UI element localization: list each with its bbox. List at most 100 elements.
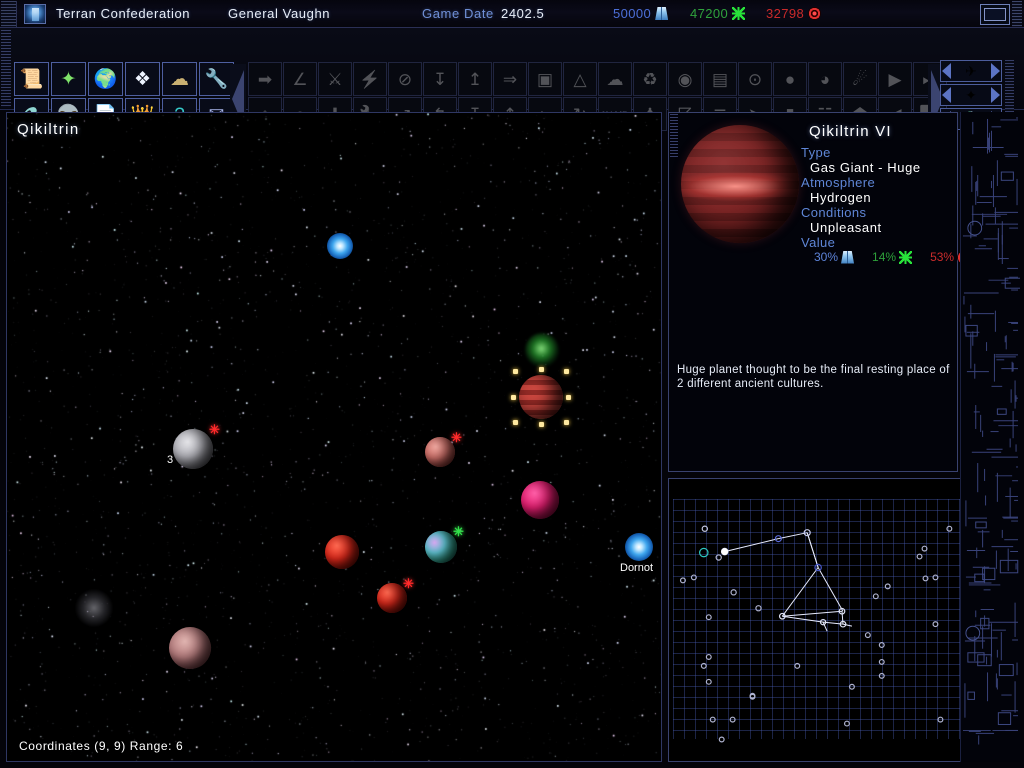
unload-button[interactable]: ↧ bbox=[423, 62, 457, 96]
industry-value: 50000 bbox=[613, 6, 652, 21]
research-icon bbox=[808, 7, 822, 20]
planet-info-panel: Qikiltrin VI Type Gas Giant - Huge Atmos… bbox=[668, 112, 971, 472]
minimap-star-node bbox=[937, 716, 944, 723]
minimap-star-node bbox=[729, 716, 736, 723]
formation-button[interactable]: △ bbox=[563, 62, 597, 96]
restore-window-button[interactable] bbox=[980, 4, 1010, 25]
comet-button[interactable]: ☄ bbox=[843, 62, 877, 96]
game-date-label: Game Date bbox=[422, 6, 494, 21]
minimap-star-node bbox=[872, 593, 879, 600]
prev-fleet-button[interactable] bbox=[942, 87, 951, 103]
blue-star-dornot[interactable] bbox=[625, 533, 653, 561]
survey-icon: ◕ bbox=[819, 69, 831, 89]
gas-cloud-button[interactable]: ☁ bbox=[598, 62, 632, 96]
planets-button[interactable]: 🌍 bbox=[88, 62, 123, 96]
empire-crest-icon bbox=[24, 3, 46, 24]
value-food-text: 14% bbox=[872, 250, 897, 264]
no-entry-icon: ⊘ bbox=[397, 69, 413, 89]
title-bar: Terran Confederation General Vaughn Game… bbox=[0, 0, 1024, 28]
next-ship-button[interactable] bbox=[990, 63, 1000, 79]
load-cargo-icon: ↥ bbox=[467, 69, 483, 89]
minimap-star-node bbox=[794, 662, 801, 669]
blue-star-dornot-label: Dornot bbox=[620, 562, 654, 574]
waypoint-route-icon: ∠ bbox=[292, 69, 308, 89]
circuit-pad bbox=[1000, 171, 1014, 181]
minimap-star-node bbox=[755, 605, 762, 612]
minimap-current-system bbox=[721, 548, 729, 555]
credits-icon bbox=[655, 7, 669, 20]
recycle-button[interactable]: ♻ bbox=[633, 62, 667, 96]
planet-title: Qikiltrin VI bbox=[809, 123, 892, 140]
system-star-map[interactable]: Qikiltrin ✳3✳✳Dornot✳✳2 Coordinates (9, … bbox=[6, 112, 662, 762]
food-icon bbox=[899, 250, 913, 264]
circuit-pad bbox=[965, 324, 978, 337]
prev-ship-button[interactable] bbox=[942, 63, 951, 79]
fleets-button[interactable]: ❖ bbox=[125, 62, 160, 96]
territory-icon: ☁ bbox=[170, 68, 189, 90]
grey-moon-3[interactable] bbox=[173, 429, 213, 469]
minimap-star-node bbox=[701, 525, 708, 532]
circuit-pad bbox=[967, 652, 985, 663]
next-fleet-button[interactable] bbox=[990, 87, 1000, 103]
minimap-route bbox=[806, 532, 819, 568]
selected-gas-giant[interactable] bbox=[519, 375, 563, 419]
circuit-node bbox=[967, 220, 983, 236]
magenta-planet[interactable] bbox=[521, 481, 559, 519]
titlebar-grip-icon bbox=[1, 0, 17, 27]
starmap-button[interactable]: ✦ bbox=[51, 62, 86, 96]
minimap-star-node bbox=[878, 658, 885, 665]
blue-star-top[interactable] bbox=[327, 233, 353, 259]
green-nebula[interactable] bbox=[525, 333, 559, 367]
mine-button[interactable]: ● bbox=[773, 62, 807, 96]
red-planet-mid[interactable] bbox=[325, 535, 359, 569]
minimap-route bbox=[841, 611, 844, 625]
attack-button[interactable]: ⚔ bbox=[318, 62, 352, 96]
value-food: 14% bbox=[872, 250, 913, 264]
research-resource: 32798 bbox=[766, 6, 822, 21]
fleet-icon: ❖ bbox=[133, 68, 152, 90]
grey-moon-3-label: 3 bbox=[167, 453, 174, 466]
strike-button[interactable]: ⚡ bbox=[353, 62, 387, 96]
deploy-icon: ⇒ bbox=[502, 69, 518, 89]
orders-report-button[interactable]: 📜 bbox=[14, 62, 49, 96]
colonize-button[interactable]: ▤ bbox=[703, 62, 737, 96]
minimap-star-node bbox=[932, 574, 939, 581]
minimap-star-node bbox=[679, 577, 686, 584]
minimap-star-node bbox=[705, 653, 712, 660]
orbit-ring-icon: ⊙ bbox=[747, 69, 763, 89]
dusty-planet[interactable] bbox=[169, 627, 211, 669]
minimap-route bbox=[782, 610, 843, 617]
orbit-button[interactable]: ⊙ bbox=[738, 62, 772, 96]
wrench-icon: 🔧 bbox=[204, 68, 229, 90]
colony-pod-icon: ▤ bbox=[711, 69, 729, 89]
minimap-star-node bbox=[730, 589, 737, 596]
minimap-star-node bbox=[718, 736, 725, 743]
asteroid-field[interactable] bbox=[75, 589, 113, 627]
move-button[interactable]: ➡ bbox=[248, 62, 282, 96]
titlebar-right-grip-icon bbox=[1012, 1, 1022, 27]
cancel-order-button[interactable]: ⊘ bbox=[388, 62, 422, 96]
survey-button[interactable]: ◕ bbox=[808, 62, 842, 96]
decorative-circuit-panel bbox=[960, 112, 1020, 762]
research-value: 32798 bbox=[766, 6, 805, 21]
deploy-button[interactable]: ⇒ bbox=[493, 62, 527, 96]
circuit-pattern bbox=[962, 117, 1020, 745]
end-turn-button[interactable]: ▶ bbox=[878, 62, 912, 96]
route-button[interactable]: ∠ bbox=[283, 62, 317, 96]
credits-icon bbox=[841, 250, 855, 264]
grey-moon-3-marker-icon: ✳ bbox=[209, 422, 220, 437]
minimap-star-node bbox=[699, 547, 709, 558]
minimap-route bbox=[724, 538, 779, 553]
minimap-star-node bbox=[705, 678, 712, 685]
game-window: Terran Confederation General Vaughn Game… bbox=[0, 0, 1024, 768]
territory-button[interactable]: ☁ bbox=[162, 62, 197, 96]
wormhole-button[interactable]: ◉ bbox=[668, 62, 702, 96]
minimap-star-node bbox=[864, 632, 871, 639]
unload-cargo-icon: ↧ bbox=[432, 69, 448, 89]
design-button[interactable]: 🔧 bbox=[199, 62, 234, 96]
minimap-route bbox=[781, 567, 819, 617]
scan-button[interactable]: ▣ bbox=[528, 62, 562, 96]
scan-icon: ▣ bbox=[536, 69, 554, 89]
attack-icon: ⚔ bbox=[327, 69, 343, 89]
load-button[interactable]: ↥ bbox=[458, 62, 492, 96]
